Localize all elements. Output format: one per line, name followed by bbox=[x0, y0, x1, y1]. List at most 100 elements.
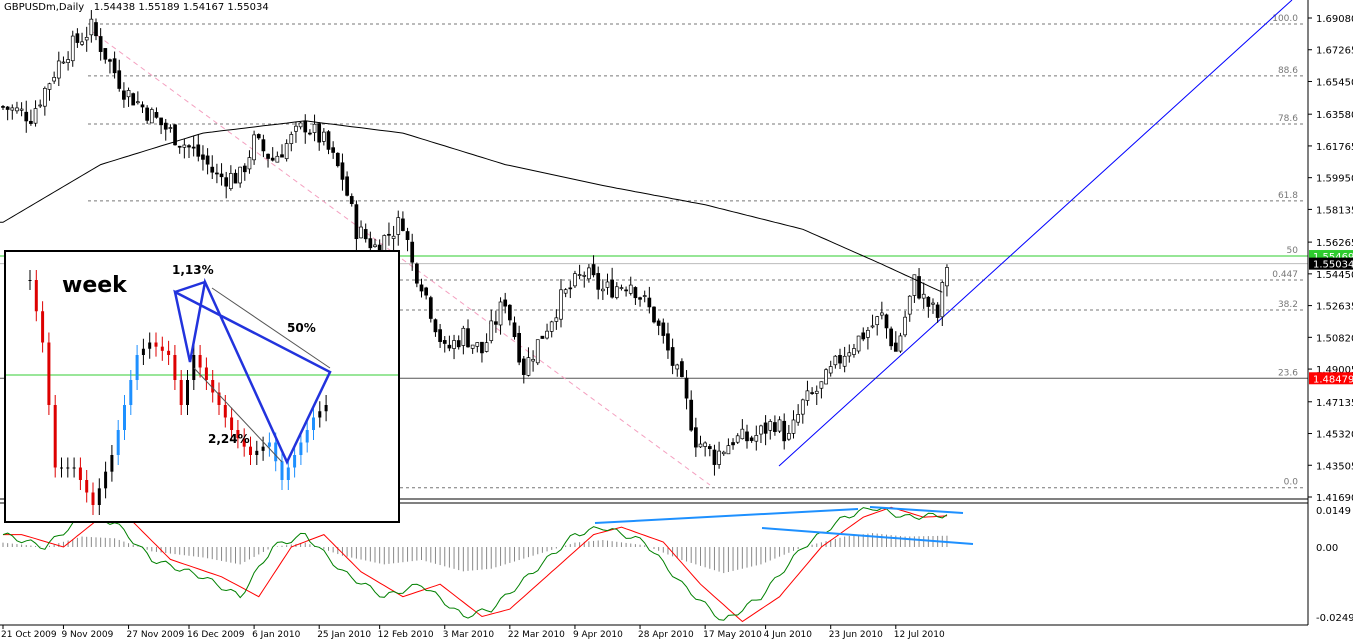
candle-body bbox=[568, 287, 573, 290]
candle-body bbox=[229, 173, 233, 189]
candle-body bbox=[614, 286, 619, 298]
candle-body bbox=[405, 231, 410, 240]
inset-candle-body bbox=[324, 405, 328, 412]
candle-body bbox=[824, 369, 828, 385]
candle-body bbox=[842, 355, 847, 367]
candle-body bbox=[284, 143, 289, 160]
price-tick-label: 1.50820 bbox=[1316, 333, 1353, 344]
candle-body bbox=[322, 131, 326, 142]
candle-body bbox=[684, 377, 689, 399]
candle-body bbox=[545, 330, 549, 339]
price-tick-label: 1.69080 bbox=[1316, 14, 1353, 25]
candle-body bbox=[219, 173, 224, 178]
divergence-line bbox=[594, 508, 859, 524]
candle-body bbox=[373, 244, 377, 247]
candle-body bbox=[782, 420, 787, 442]
inset-candle-body bbox=[141, 348, 145, 355]
candle-body bbox=[117, 70, 122, 89]
price-tick-label: 1.67265 bbox=[1316, 46, 1353, 57]
candle-body bbox=[675, 364, 680, 370]
inset-annotation: 1,13% bbox=[172, 263, 214, 277]
candle-body bbox=[698, 443, 703, 448]
candle-body bbox=[452, 340, 456, 349]
inset-candle-body bbox=[305, 430, 309, 443]
inset-annotation: 2,24% bbox=[208, 432, 250, 446]
candle-body bbox=[800, 399, 805, 415]
inset-candle-body bbox=[78, 467, 82, 480]
candle-body bbox=[94, 22, 98, 37]
candle-body bbox=[680, 361, 684, 377]
candle-body bbox=[33, 108, 38, 124]
candle-body bbox=[331, 147, 335, 153]
candle-body bbox=[531, 359, 535, 362]
candle-body bbox=[103, 48, 108, 60]
fibo-level-label: 38.2 bbox=[1278, 300, 1298, 310]
main-line bbox=[2, 507, 948, 621]
candle-body bbox=[670, 347, 675, 366]
candle-body bbox=[666, 333, 670, 351]
candle-body bbox=[526, 357, 531, 376]
candle-body bbox=[689, 399, 694, 431]
date-tick-label: 28 Apr 2010 bbox=[638, 630, 694, 640]
candle-body bbox=[791, 419, 796, 434]
weekly-inset: week 1,13% 50% 2,24% bbox=[4, 250, 400, 523]
candle-body bbox=[475, 342, 480, 347]
candle-body bbox=[893, 342, 898, 352]
candle-body bbox=[363, 229, 368, 240]
candle-body bbox=[303, 121, 308, 133]
inset-candle-body bbox=[299, 442, 303, 455]
candle-body bbox=[866, 329, 870, 338]
inset-candle-body bbox=[261, 446, 265, 451]
candle-body bbox=[415, 263, 419, 284]
inset-candle-body bbox=[267, 442, 271, 447]
candle-body bbox=[512, 322, 517, 338]
fibo-level-label: 23.6 bbox=[1278, 368, 1298, 378]
candle-body bbox=[108, 59, 112, 62]
candle-body bbox=[201, 154, 205, 160]
price-chart[interactable]: 100.0 88.6 78.6 61.8 50 0.447 38.2 23.6 0.0 1.69… bbox=[0, 0, 1353, 641]
candle-body bbox=[280, 154, 284, 158]
candle-body bbox=[52, 76, 57, 82]
candle-body bbox=[624, 289, 628, 292]
candle-body bbox=[521, 358, 526, 375]
candle-body bbox=[442, 340, 447, 344]
candle-body bbox=[907, 295, 912, 315]
candle-body bbox=[340, 162, 345, 180]
candle-body bbox=[247, 157, 252, 170]
candle-body bbox=[419, 284, 424, 292]
candle-body bbox=[638, 297, 642, 300]
candle-body bbox=[66, 59, 70, 63]
date-tick-label: 4 Jun 2010 bbox=[764, 630, 813, 640]
signal-line bbox=[3, 506, 948, 623]
candle-body bbox=[759, 425, 763, 435]
candle-body bbox=[610, 279, 615, 298]
inset-candle-body bbox=[97, 488, 101, 505]
price-tick-label: 1.47135 bbox=[1316, 398, 1353, 409]
fibo-level-label: 100.0 bbox=[1272, 14, 1298, 24]
candle-body bbox=[387, 233, 391, 236]
candle-body bbox=[238, 166, 242, 184]
candle-body bbox=[335, 152, 340, 167]
candle-body bbox=[731, 442, 735, 446]
candle-body bbox=[447, 344, 452, 349]
candle-body bbox=[56, 60, 61, 79]
inset-candle-body bbox=[28, 280, 32, 281]
candle-body bbox=[470, 344, 475, 349]
candle-body bbox=[242, 165, 247, 173]
inset-annotation: 50% bbox=[287, 321, 316, 335]
inset-candle-body bbox=[293, 455, 297, 468]
fibo-level-label: 0.0 bbox=[1284, 478, 1299, 488]
candle-body bbox=[582, 274, 587, 277]
price-tick-label: 1.63580 bbox=[1316, 110, 1353, 121]
candle-body bbox=[773, 422, 777, 432]
candle-body bbox=[745, 431, 749, 442]
candle-body bbox=[5, 106, 10, 110]
macd-indicator bbox=[2, 506, 974, 623]
candle-body bbox=[205, 155, 210, 165]
candle-body bbox=[391, 235, 396, 239]
date-tick-label: 22 Mar 2010 bbox=[508, 630, 565, 640]
candle-body bbox=[15, 107, 19, 112]
candle-body bbox=[252, 134, 256, 161]
price-tick-label: 1.59950 bbox=[1316, 174, 1353, 185]
candle-body bbox=[819, 381, 824, 389]
